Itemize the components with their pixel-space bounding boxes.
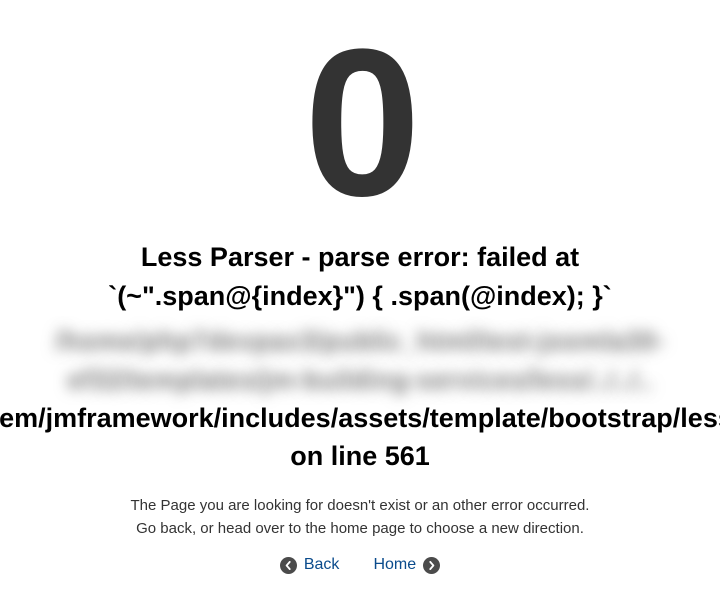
- back-link[interactable]: Back: [280, 556, 340, 574]
- error-path-clear: /plugins/system/jmframework/includes/ass…: [0, 399, 720, 476]
- error-description-line2: Go back, or head over to the home page t…: [136, 520, 584, 537]
- error-description-line1: The Page you are looking for doesn't exi…: [131, 497, 590, 514]
- chevron-left-icon: [280, 557, 297, 574]
- error-title: Less Parser - parse error: failed at `(~…: [20, 238, 700, 316]
- error-page: 0 Less Parser - parse error: failed at `…: [0, 0, 720, 616]
- error-nav: Back Home: [280, 556, 440, 574]
- chevron-right-icon: [423, 557, 440, 574]
- home-link[interactable]: Home: [373, 556, 440, 574]
- home-link-label: Home: [373, 556, 416, 574]
- error-code: 0: [304, 18, 416, 228]
- error-path-blurred: /home/php7devpax3/public_html/test-jooml…: [10, 322, 710, 399]
- back-link-label: Back: [304, 556, 340, 574]
- error-description: The Page you are looking for doesn't exi…: [131, 494, 590, 541]
